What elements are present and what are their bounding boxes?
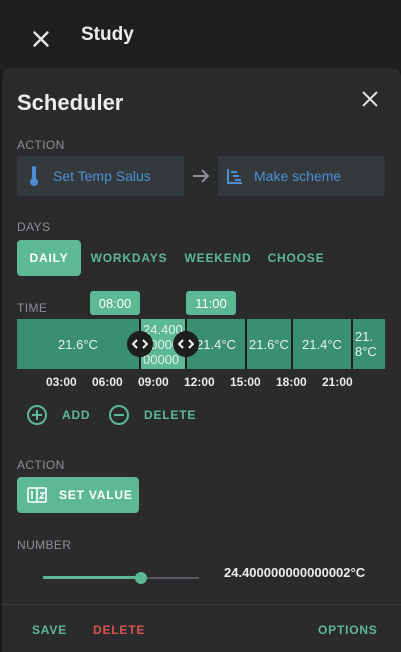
arrow-right-icon	[193, 169, 210, 183]
set-value-label: SET VALUE	[59, 488, 133, 502]
service-select-button[interactable]: Make scheme	[218, 156, 385, 196]
minus-circle-icon	[109, 405, 129, 425]
dialog-title: Scheduler	[17, 90, 124, 115]
app-header: Study	[0, 0, 401, 70]
timeslot-value: 21.8°C	[355, 329, 377, 359]
entity-label: Set Temp Salus	[53, 168, 151, 184]
number-slider[interactable]	[43, 570, 199, 586]
plus-circle-icon	[27, 405, 47, 425]
day-weekend-button[interactable]: WEEKEND	[182, 240, 254, 276]
time-tick: 12:00	[184, 375, 215, 389]
number-section-label: NUMBER	[17, 538, 72, 552]
arrow-left-right-icon	[132, 339, 148, 349]
close-icon[interactable]	[28, 26, 54, 52]
delete-button[interactable]: DELETE	[93, 623, 145, 637]
time-tick: 03:00	[46, 375, 77, 389]
action-section-label: ACTION	[17, 138, 65, 152]
time-tick: 21:00	[322, 375, 353, 389]
set-value-button[interactable]: SET VALUE	[17, 477, 139, 513]
timeslot-value: 21.4°C	[196, 336, 236, 352]
numeric-icon	[27, 487, 47, 503]
delete-timeslot-button[interactable]: DELETE	[108, 404, 196, 426]
day-daily-button[interactable]: DAILY	[17, 240, 81, 276]
timeslot[interactable]: 21.4°C	[293, 319, 351, 369]
drag-handle-end[interactable]	[173, 331, 199, 357]
timeslot[interactable]: 21.6°C	[17, 319, 139, 369]
timeslot[interactable]: 21.6°C	[247, 319, 291, 369]
timeslot-divider	[351, 319, 353, 369]
time-tick: 15:00	[230, 375, 261, 389]
start-time-tooltip: 08:00	[90, 291, 140, 315]
page-title: Study	[81, 24, 134, 45]
add-label: ADD	[62, 408, 91, 422]
time-section-label: TIME	[17, 301, 48, 315]
dialog-close-icon[interactable]	[359, 88, 381, 110]
timeslot-value: 21.6°C	[58, 336, 98, 352]
slider-thumb[interactable]	[135, 572, 148, 584]
time-tick: 09:00	[138, 375, 169, 389]
save-button[interactable]: SAVE	[32, 623, 67, 637]
timeslot-value: 21.4°C	[302, 336, 342, 352]
thermometer-icon	[30, 166, 38, 186]
day-workdays-button[interactable]: WORKDAYS	[88, 240, 170, 276]
days-section-label: DAYS	[17, 220, 51, 234]
action2-section-label: ACTION	[17, 458, 65, 472]
time-tick: 18:00	[276, 375, 307, 389]
arrow-left-right-icon	[178, 339, 194, 349]
scheduler-dialog: Scheduler ACTION Set Temp Salus Make sch…	[2, 68, 401, 652]
slider-fill	[43, 576, 142, 579]
day-choose-button[interactable]: CHOOSE	[264, 240, 328, 276]
timeslot-divider	[245, 319, 247, 369]
number-value: 24.400000000000002°C	[224, 565, 366, 580]
entity-select-button[interactable]: Set Temp Salus	[17, 156, 184, 196]
drag-handle-start[interactable]	[127, 331, 153, 357]
timeslot-value: 21.6°C	[249, 336, 289, 352]
chart-gantt-icon	[227, 169, 242, 184]
options-button[interactable]: OPTIONS	[318, 623, 378, 637]
add-timeslot-button[interactable]: ADD	[26, 404, 90, 426]
delete-label: DELETE	[144, 408, 197, 422]
service-label: Make scheme	[254, 168, 342, 184]
end-time-tooltip: 11:00	[186, 291, 236, 315]
footer-divider	[2, 604, 401, 605]
timeslot[interactable]: 21.8°C	[353, 319, 385, 369]
timeslot-divider	[291, 319, 293, 369]
schedule-timeline[interactable]: 21.6°C 24.400000000000002°C 21.4°C 21.6°…	[17, 319, 385, 369]
time-tick: 06:00	[92, 375, 123, 389]
